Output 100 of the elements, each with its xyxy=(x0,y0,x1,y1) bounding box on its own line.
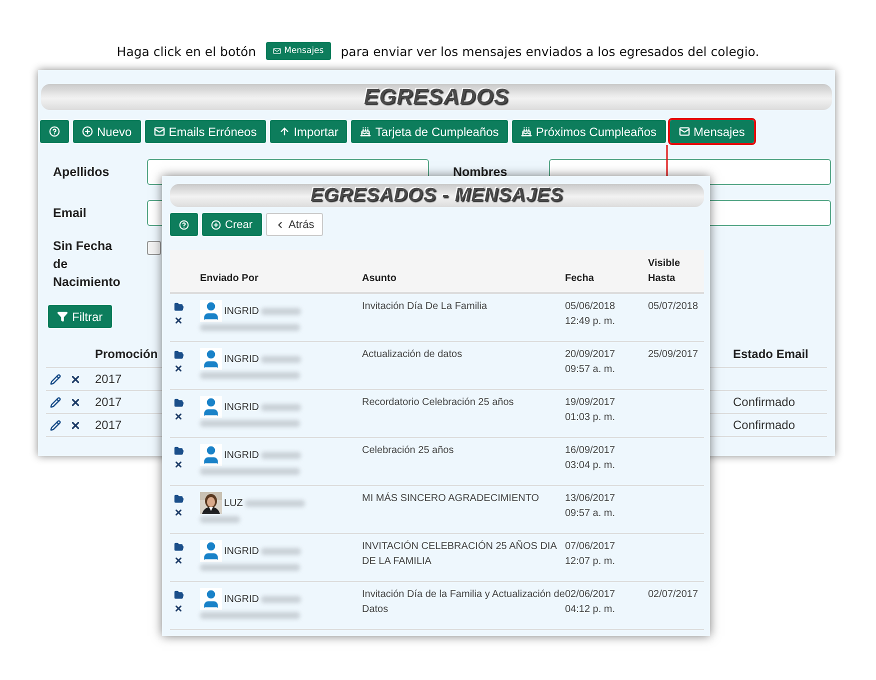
table-cell: 2017 xyxy=(95,395,122,410)
column-header: Asunto xyxy=(362,272,398,286)
sender-name: INGRID xyxy=(224,450,259,460)
folder-icon[interactable] xyxy=(174,446,184,456)
sender-name: INGRID xyxy=(224,594,259,604)
cake-icon xyxy=(520,126,532,137)
toolbar-button[interactable]: Crear xyxy=(202,213,262,236)
checkbox[interactable] xyxy=(147,241,161,255)
cake-icon xyxy=(360,126,372,137)
pencil-icon[interactable] xyxy=(50,420,61,431)
date-text: 05/06/2018 12:49 p. m. xyxy=(565,300,616,328)
date-text: 02/07/2017 xyxy=(648,588,700,602)
instruction-text: para enviar ver los mensajes enviados a los egresados del colegio. xyxy=(340,44,760,58)
pencil-icon[interactable] xyxy=(50,374,61,385)
blurred-name-drawing xyxy=(261,452,301,458)
toolbar-button[interactable]: Importar xyxy=(270,120,348,143)
filter-icon xyxy=(57,311,68,322)
folder-icon[interactable] xyxy=(174,350,184,360)
toolbar-button[interactable]: Atrás xyxy=(266,213,324,236)
mail-icon xyxy=(678,126,690,137)
column-header: Estado Email xyxy=(733,347,808,362)
page-title: EGRESADOS xyxy=(41,84,832,110)
folder-icon[interactable] xyxy=(174,398,184,408)
plus-icon xyxy=(211,220,221,230)
date-text: 02/06/2017 04:12 p. m. xyxy=(565,588,616,616)
pencil-icon[interactable] xyxy=(50,396,61,408)
subject-text: Recordatorio Celebración 25 años xyxy=(362,396,515,410)
subject-text: MI MÁS SINCERO AGRADECIMIENTO xyxy=(362,492,540,506)
toolbar-button[interactable]: Tarjeta de Cumpleaños xyxy=(351,120,508,143)
user-avatar-icon xyxy=(200,540,222,562)
subject-text: Invitación Día De La Familia xyxy=(362,300,488,314)
table-cell: 2017 xyxy=(95,418,122,432)
sender-name: INGRID xyxy=(224,402,259,412)
user-avatar-icon xyxy=(200,444,222,466)
subject-text: Celebración 25 años xyxy=(362,444,455,458)
delete-icon[interactable] xyxy=(174,316,183,325)
folder-icon[interactable] xyxy=(174,590,184,600)
user-avatar-icon xyxy=(200,588,222,610)
help-icon xyxy=(49,126,60,137)
filter-button[interactable]: Filtrar xyxy=(48,305,112,328)
date-text: 25/09/2017 xyxy=(648,348,700,362)
delete-icon[interactable] xyxy=(70,420,81,431)
mail-icon xyxy=(154,126,165,137)
delete-icon[interactable] xyxy=(174,364,183,373)
folder-icon[interactable] xyxy=(174,542,184,552)
sender-name: LUZ xyxy=(224,498,243,508)
toolbar-button[interactable] xyxy=(170,213,198,236)
toolbar-button[interactable]: Nuevo xyxy=(73,120,141,143)
arrow-up-icon xyxy=(278,126,290,137)
dialog-title: EGRESADOS - MENSAJES xyxy=(170,184,704,207)
blurred-name-drawing xyxy=(261,596,301,602)
folder-icon[interactable] xyxy=(174,494,184,504)
blurred-name-drawing xyxy=(244,500,305,506)
user-avatar-icon xyxy=(200,300,222,322)
blurred-name-drawing xyxy=(261,404,301,410)
blurred-name-drawing xyxy=(261,548,301,554)
checkbox-label: Sin Fecha de Nacimiento xyxy=(53,238,122,292)
toolbar-button[interactable] xyxy=(40,120,69,143)
user-avatar-icon xyxy=(200,348,222,370)
blurred-name-drawing xyxy=(200,516,240,523)
blurred-name-drawing xyxy=(261,308,301,314)
field-label: Nombres xyxy=(453,164,508,181)
delete-icon[interactable] xyxy=(174,604,183,613)
user-avatar-icon xyxy=(200,396,222,418)
column-header: Fecha xyxy=(565,272,595,286)
toolbar-button[interactable]: Emails Erróneos xyxy=(144,120,266,143)
delete-icon[interactable] xyxy=(174,508,183,517)
blurred-name-drawing xyxy=(261,356,301,362)
sender-name: INGRID xyxy=(224,306,259,316)
date-text: 13/06/2017 09:57 a. m. xyxy=(565,492,616,520)
plus-icon xyxy=(82,126,93,137)
subject-text: Actualización de datos xyxy=(362,348,464,362)
field-label: Email xyxy=(53,204,88,222)
mail-icon xyxy=(273,47,282,55)
delete-icon[interactable] xyxy=(174,460,183,469)
delete-icon[interactable] xyxy=(174,412,183,421)
delete-icon[interactable] xyxy=(70,374,81,385)
column-header: Visible Hasta xyxy=(648,257,682,286)
date-text: 05/07/2018 xyxy=(648,300,700,314)
column-header: Enviado Por xyxy=(200,272,260,286)
toolbar-button[interactable]: Mensajes xyxy=(670,120,754,143)
date-text: 07/06/2017 12:07 p. m. xyxy=(565,540,616,568)
date-text: 20/09/2017 09:57 a. m. xyxy=(565,348,616,376)
table-cell: 2017 xyxy=(95,372,122,386)
column-header: Promoción xyxy=(95,347,158,362)
subject-text: INVITACIÓN CELEBRACIÓN 25 AÑOS DIA DE LA FAMILIA xyxy=(362,540,558,568)
subject-text: Invitación Día de la Familia y Actualización de Datos xyxy=(362,588,565,616)
date-text: 19/09/2017 01:03 p. m. xyxy=(565,396,616,424)
delete-icon[interactable] xyxy=(70,396,81,408)
sender-name: INGRID xyxy=(224,354,259,364)
table-cell: Confirmado xyxy=(733,395,796,410)
toolbar-button[interactable]: Próximos Cumpleaños xyxy=(512,120,666,143)
help-icon xyxy=(179,220,189,230)
field-label: Apellidos xyxy=(53,164,110,181)
folder-icon[interactable] xyxy=(174,302,184,312)
messages-button-sample: Mensajes xyxy=(266,42,331,60)
date-text: 16/09/2017 03:04 p. m. xyxy=(565,444,616,472)
instruction-text: Haga click en el botón xyxy=(116,44,256,58)
delete-icon[interactable] xyxy=(174,556,183,565)
sender-name: INGRID xyxy=(224,546,259,556)
